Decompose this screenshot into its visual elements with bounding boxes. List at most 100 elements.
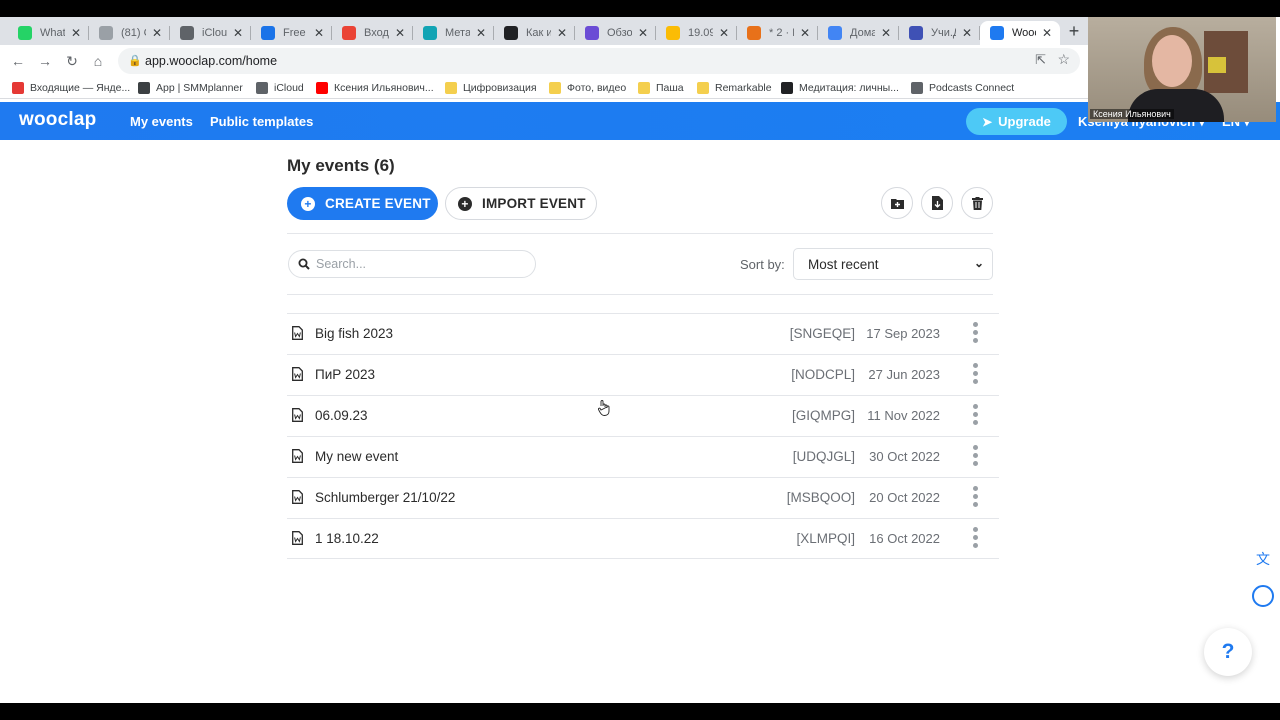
home-icon[interactable]: ⌂: [88, 51, 108, 71]
browser-tabstrip: Whats✕(81) C✕iCloud✕Free n✕Входя✕Мета✕Ка…: [0, 17, 1090, 45]
event-row[interactable]: ПиР 2023 [NODCPL] 27 Jun 2023: [287, 354, 999, 395]
more-options-icon[interactable]: [973, 322, 979, 346]
wooclap-icon: [990, 26, 1004, 40]
bookmark-item[interactable]: Цифровизация: [445, 80, 537, 96]
browser-tab[interactable]: Входя ✕: [332, 21, 413, 45]
close-tab-icon[interactable]: ✕: [231, 26, 245, 40]
chevron-down-icon: ⌄: [973, 256, 984, 270]
event-row[interactable]: 06.09.23 [GIQMPG] 11 Nov 2022: [287, 395, 999, 436]
bookmark-item[interactable]: iCloud: [256, 80, 304, 96]
forward-icon[interactable]: →: [35, 51, 55, 71]
whatsapp-icon: [18, 26, 32, 40]
close-tab-icon[interactable]: ✕: [879, 26, 893, 40]
browser-tab[interactable]: Как и ✕: [494, 21, 575, 45]
bookmark-item[interactable]: Ксения Ильянович...: [316, 80, 434, 96]
browser-tab[interactable]: (81) C ✕: [89, 21, 170, 45]
bookmark-label: Remarkable: [715, 82, 772, 94]
event-row[interactable]: My new event [UDQJGL] 30 Oct 2022: [287, 436, 999, 477]
assistant-icon[interactable]: [1252, 585, 1274, 607]
new-folder-button[interactable]: [881, 187, 913, 219]
browser-tab[interactable]: Обзор ✕: [575, 21, 656, 45]
close-tab-icon[interactable]: ✕: [717, 26, 731, 40]
nav-my-events[interactable]: My events: [130, 114, 193, 129]
close-tab-icon[interactable]: ✕: [69, 26, 83, 40]
wooclap-document-icon: [292, 449, 303, 463]
new-tab-button[interactable]: +: [1064, 21, 1084, 41]
search-input[interactable]: Search...: [288, 250, 536, 278]
delete-button[interactable]: [961, 187, 993, 219]
close-tab-icon[interactable]: ✕: [555, 26, 569, 40]
import-event-button[interactable]: + IMPORT EVENT: [445, 187, 597, 220]
event-code: [UDQJGL]: [792, 449, 855, 464]
sort-select[interactable]: Most recent ⌄: [793, 248, 993, 280]
back-icon[interactable]: ←: [8, 51, 28, 71]
reload-icon[interactable]: ↻: [62, 51, 82, 71]
bookmark-icon: [445, 82, 457, 94]
browser-tab[interactable]: Мета ✕: [413, 21, 494, 45]
browser-tab-title: Дома: [850, 27, 875, 39]
event-code: [XLMPQI]: [796, 531, 855, 546]
close-tab-icon[interactable]: ✕: [150, 26, 164, 40]
bookmark-item[interactable]: Фото, видео: [549, 80, 626, 96]
webcam-name-label: Ксения Ильянович: [1090, 109, 1174, 119]
browser-tab[interactable]: Учи.Д ✕: [899, 21, 980, 45]
event-date: 27 Jun 2023: [868, 367, 940, 382]
more-options-icon[interactable]: [973, 404, 979, 428]
browser-tab[interactable]: Free n ✕: [251, 21, 332, 45]
bookmark-item[interactable]: Podcasts Connect: [911, 80, 1014, 96]
bookmark-icon: [781, 82, 793, 94]
close-tab-icon[interactable]: ✕: [636, 26, 650, 40]
bookmark-item[interactable]: Remarkable: [697, 80, 772, 96]
close-tab-icon[interactable]: ✕: [1040, 26, 1054, 40]
upgrade-button[interactable]: ➤ Upgrade: [966, 108, 1067, 135]
address-bar[interactable]: 🔒 app.wooclap.com/home ⇱ ☆: [118, 48, 1080, 74]
bookmark-item[interactable]: Входящие — Яндe...: [12, 80, 130, 96]
event-row[interactable]: 1 18.10.22 [XLMPQI] 16 Oct 2022: [287, 518, 999, 559]
bookmark-label: Ксения Ильянович...: [334, 82, 434, 94]
event-name[interactable]: 06.09.23: [315, 408, 368, 423]
more-options-icon[interactable]: [973, 363, 979, 387]
close-tab-icon[interactable]: ✕: [960, 26, 974, 40]
close-tab-icon[interactable]: ✕: [798, 26, 812, 40]
browser-tab[interactable]: 19.09. ✕: [656, 21, 737, 45]
bookmark-item[interactable]: App | SMMplanner: [138, 80, 243, 96]
event-name[interactable]: My new event: [315, 449, 398, 464]
browser-tab-title: iCloud: [202, 27, 227, 39]
event-name[interactable]: 1 18.10.22: [315, 531, 379, 546]
event-row[interactable]: Big fish 2023 [SNGEQE] 17 Sep 2023: [287, 313, 999, 354]
share-icon[interactable]: ⇱: [1035, 52, 1046, 68]
bookmark-star-icon[interactable]: ☆: [1057, 51, 1070, 68]
event-row[interactable]: Schlumberger 21/10/22 [MSBQOO] 20 Oct 2022: [287, 477, 999, 518]
more-options-icon[interactable]: [973, 486, 979, 510]
wooclap-logo[interactable]: wooclap: [19, 109, 96, 131]
more-options-icon[interactable]: [973, 527, 979, 551]
bookmark-icon: [549, 82, 561, 94]
s-icon: [504, 26, 518, 40]
bookmark-label: Медитация: личны...: [799, 82, 899, 94]
translate-icon[interactable]: 文: [1252, 548, 1274, 570]
event-name[interactable]: ПиР 2023: [315, 367, 375, 382]
browser-tab[interactable]: Whats ✕: [8, 21, 89, 45]
event-name[interactable]: Big fish 2023: [315, 326, 393, 341]
bookmark-item[interactable]: Паша: [638, 80, 684, 96]
browser-tab-title: Мета: [445, 27, 470, 39]
browser-tab[interactable]: Wooc ✕: [980, 21, 1060, 45]
browser-tab[interactable]: * 2 · В ✕: [737, 21, 818, 45]
close-tab-icon[interactable]: ✕: [474, 26, 488, 40]
nav-public-templates[interactable]: Public templates: [210, 114, 313, 129]
close-tab-icon[interactable]: ✕: [312, 26, 326, 40]
browser-tab[interactable]: iCloud ✕: [170, 21, 251, 45]
event-name[interactable]: Schlumberger 21/10/22: [315, 490, 455, 505]
event-code: [SNGEQE]: [789, 326, 855, 341]
browser-tab-title: Обзор: [607, 27, 632, 39]
close-tab-icon[interactable]: ✕: [393, 26, 407, 40]
gear-icon: [261, 26, 275, 40]
import-file-button[interactable]: [921, 187, 953, 219]
bookmark-item[interactable]: Медитация: личны...: [781, 80, 899, 96]
divider: [287, 233, 993, 234]
more-options-icon[interactable]: [973, 445, 979, 469]
create-event-button[interactable]: + CREATE EVENT: [287, 187, 438, 220]
bookmark-label: Podcasts Connect: [929, 82, 1015, 94]
browser-tab[interactable]: Дома ✕: [818, 21, 899, 45]
help-button[interactable]: ?: [1204, 628, 1252, 676]
